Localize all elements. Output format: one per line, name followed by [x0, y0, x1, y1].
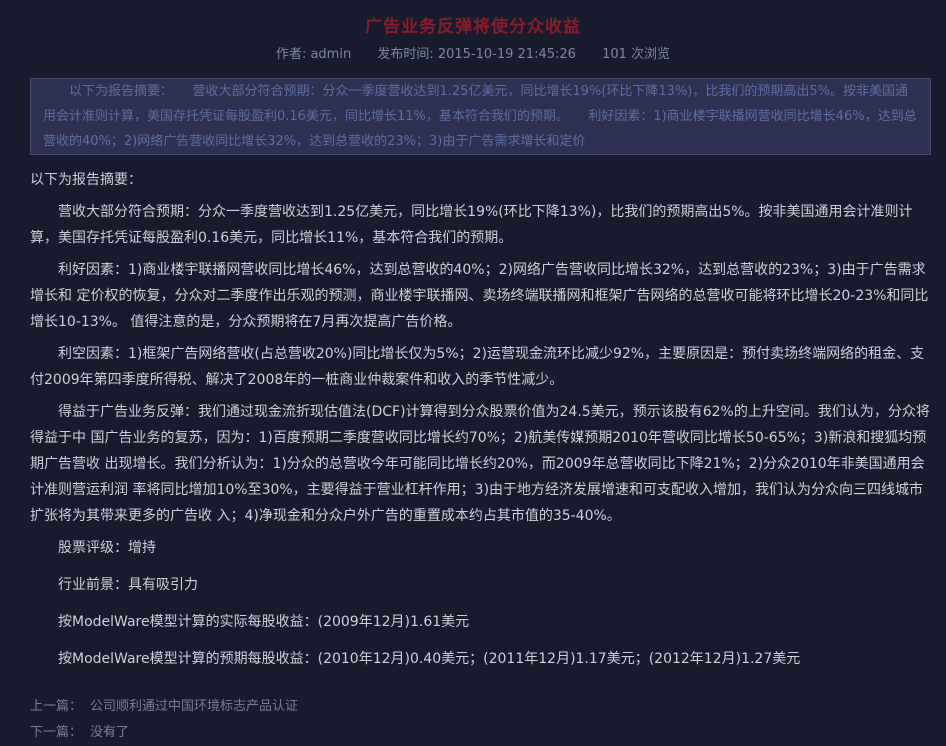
article-meta: 作者: admin 发布时间: 2015-10-19 21:45:26 101 …: [0, 47, 946, 63]
body-paragraph: 利好因素：1)商业楼宇联播网营收同比增长46%，达到总营收的40%；2)网络广告…: [30, 257, 930, 335]
next-post-text: 没有了: [90, 725, 129, 740]
body-paragraph-actual-eps: 按ModelWare模型计算的实际每股收益：(2009年12月)1.61美元: [30, 609, 930, 635]
body-paragraph-industry-outlook: 行业前景：具有吸引力: [30, 572, 930, 598]
body-paragraph-expected-eps: 按ModelWare模型计算的预期每股收益：(2010年12月)0.40美元；(…: [30, 646, 930, 672]
report-summary-text: 以下为报告摘要： 营收大部分符合预期：分众一季度营收达到1.25亿美元，同比增长…: [43, 84, 917, 149]
meta-published-time: 发布时间: 2015-10-19 21:45:26: [377, 47, 576, 62]
prev-post-label: 上一篇：: [30, 699, 82, 714]
article-page: 广告业务反弹将使分众收益 作者: admin 发布时间: 2015-10-19 …: [0, 0, 946, 746]
meta-view-count: 101 次浏览: [602, 47, 670, 62]
prev-post-row: 上一篇： 公司顺利通过中国环境标志产品认证: [30, 694, 916, 720]
body-paragraph: 利空因素：1)框架广告网络营收(占总营收20%)同比增长仅为5%；2)运营现金流…: [30, 341, 930, 393]
body-paragraph: 营收大部分符合预期：分众一季度营收达到1.25亿美元，同比增长19%(环比下降1…: [30, 199, 930, 251]
post-navigation: 上一篇： 公司顺利通过中国环境标志产品认证 下一篇： 没有了: [0, 672, 946, 746]
body-paragraph: 得益于广告业务反弹：我们通过现金流折现估值法(DCF)计算得到分众股票价值为24…: [30, 399, 930, 529]
meta-author: 作者: admin: [276, 47, 351, 62]
prev-post-link[interactable]: 公司顺利通过中国环境标志产品认证: [90, 699, 298, 714]
page-title: 广告业务反弹将使分众收益: [0, 16, 946, 38]
body-paragraph-stock-rating: 股票评级：增持: [30, 535, 930, 561]
report-summary-box: 以下为报告摘要： 营收大部分符合预期：分众一季度营收达到1.25亿美元，同比增长…: [30, 78, 931, 155]
next-post-row: 下一篇： 没有了: [30, 720, 916, 746]
body-paragraph: 以下为报告摘要：: [30, 167, 930, 193]
article-body: 以下为报告摘要： 营收大部分符合预期：分众一季度营收达到1.25亿美元，同比增长…: [0, 167, 946, 672]
next-post-label: 下一篇：: [30, 725, 82, 740]
